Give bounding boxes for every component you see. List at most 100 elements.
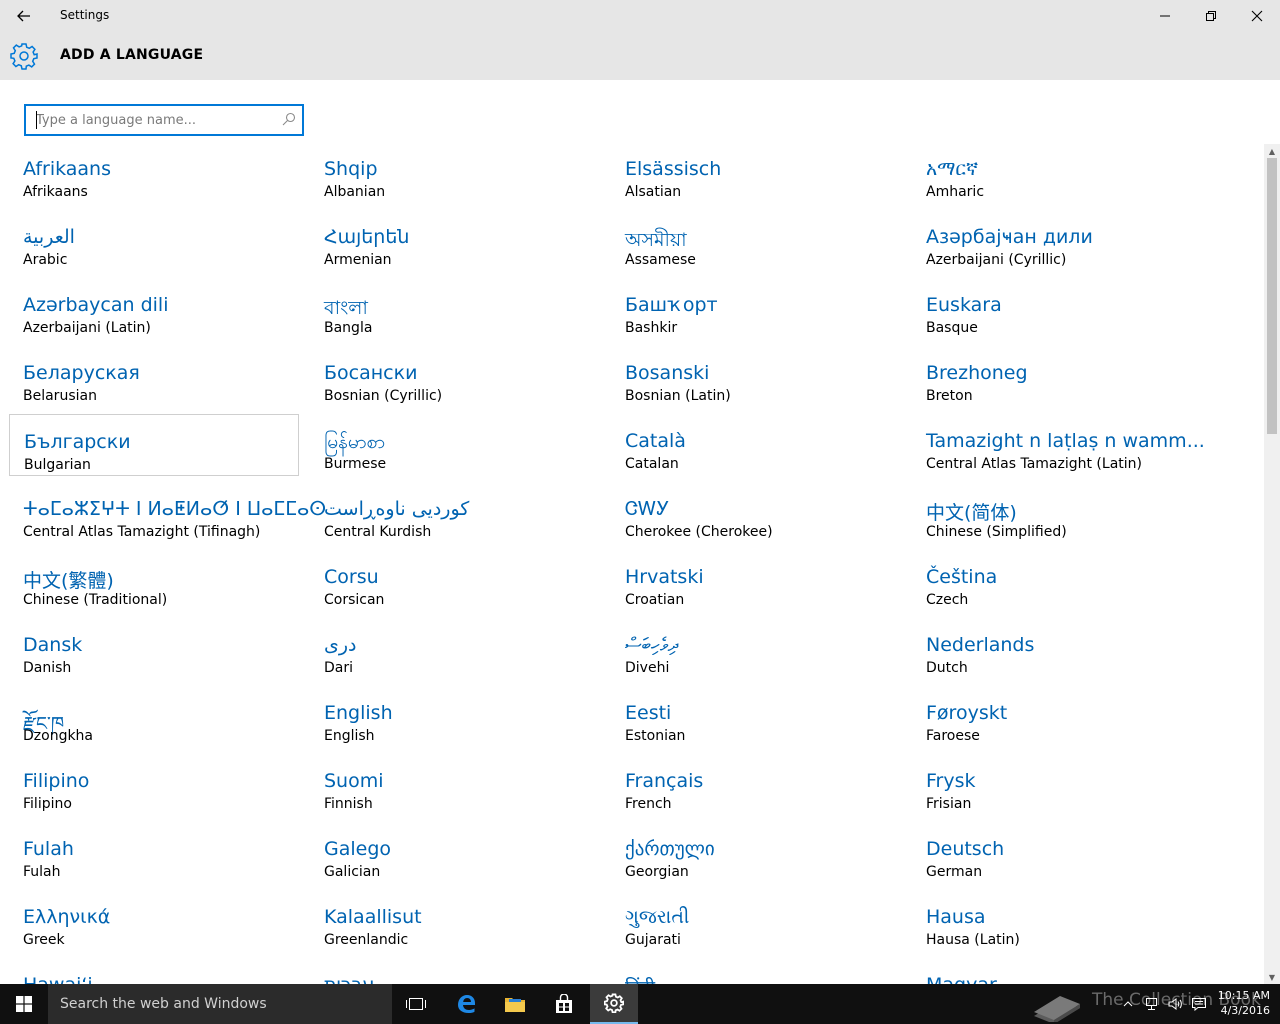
scroll-down-arrow-icon[interactable]: ▼ xyxy=(1264,970,1280,984)
language-english-name: Fulah xyxy=(23,864,61,880)
page-title: ADD A LANGUAGE xyxy=(60,47,204,63)
language-native-name: Hawaiʻi xyxy=(23,974,93,984)
search-icon[interactable] xyxy=(282,112,296,126)
restore-button[interactable] xyxy=(1188,0,1234,32)
language-native-name: Corsu xyxy=(324,566,379,588)
language-item[interactable]: Suomi Finnish xyxy=(310,754,600,816)
language-item[interactable]: Shqip Albanian xyxy=(310,142,600,204)
language-native-name: አማርኛ xyxy=(926,158,979,180)
language-item[interactable]: Català Catalan xyxy=(611,414,901,476)
settings-taskbar-button[interactable] xyxy=(590,984,638,1024)
language-search-input[interactable] xyxy=(36,110,266,130)
language-item[interactable]: Азәрбајҹан дили Azerbaijani (Cyrillic) xyxy=(912,210,1202,272)
language-native-name: Azərbaycan dili xyxy=(23,294,169,316)
language-item[interactable]: Afrikaans Afrikaans xyxy=(9,142,299,204)
language-item[interactable]: Deutsch German xyxy=(912,822,1202,884)
file-explorer-button[interactable] xyxy=(491,984,539,1024)
language-item[interactable]: Dansk Danish xyxy=(9,618,299,680)
back-button[interactable] xyxy=(0,0,48,32)
language-native-name: Босански xyxy=(324,362,418,384)
language-item[interactable]: Elsässisch Alsatian xyxy=(611,142,901,204)
language-native-name: Elsässisch xyxy=(625,158,722,180)
language-native-name: ქართული xyxy=(625,838,715,860)
language-item[interactable]: Հայերեն Armenian xyxy=(310,210,600,272)
language-item[interactable]: Tamazight n laṭlaṣ n wamm... Central Atla… xyxy=(912,414,1205,476)
language-english-name: Central Atlas Tamazight (Latin) xyxy=(926,456,1142,472)
language-item[interactable]: Føroyskt Faroese xyxy=(912,686,1202,748)
language-item[interactable]: རྫོང་ཁ Dzongkha xyxy=(9,686,299,748)
language-english-name: Georgian xyxy=(625,864,689,880)
language-item[interactable]: עברית xyxy=(310,958,600,984)
language-item[interactable]: Azərbaycan dili Azerbaijani (Latin) xyxy=(9,278,299,340)
language-item[interactable]: ગુજરાતી Gujarati xyxy=(611,890,901,952)
book-logo-icon xyxy=(1034,996,1080,1022)
language-native-name: עברית xyxy=(324,974,374,984)
language-item[interactable]: Magyar xyxy=(912,958,1202,984)
language-item[interactable]: ქართული Georgian xyxy=(611,822,901,884)
task-view-button[interactable] xyxy=(392,984,440,1024)
language-item[interactable]: Galego Galician xyxy=(310,822,600,884)
language-item[interactable]: অসমীয়া Assamese xyxy=(611,210,901,272)
language-item[interactable]: Filipino Filipino xyxy=(9,754,299,816)
language-item[interactable]: Français French xyxy=(611,754,901,816)
start-button[interactable] xyxy=(0,984,48,1024)
close-button[interactable] xyxy=(1234,0,1280,32)
language-item[interactable]: Босански Bosnian (Cyrillic) xyxy=(310,346,600,408)
language-item[interactable]: Bosanski Bosnian (Latin) xyxy=(611,346,901,408)
language-item[interactable]: Ελληνικά Greek xyxy=(9,890,299,952)
language-item[interactable]: 中文(繁體) Chinese (Traditional) xyxy=(9,550,299,612)
taskbar-search-box[interactable]: Search the web and Windows xyxy=(48,984,392,1024)
language-english-name: Burmese xyxy=(324,456,387,472)
language-search-box[interactable] xyxy=(24,104,304,136)
language-item[interactable]: 中文(简体) Chinese (Simplified) xyxy=(912,482,1202,544)
action-center-button[interactable] xyxy=(1188,984,1210,1024)
language-item[interactable]: Hausa Hausa (Latin) xyxy=(912,890,1202,952)
language-item[interactable]: Brezhoneg Breton xyxy=(912,346,1202,408)
language-native-name: ᏣᎳᎩ xyxy=(625,498,670,520)
language-native-name: Hausa xyxy=(926,906,986,928)
edge-icon xyxy=(458,995,475,1013)
store-button[interactable] xyxy=(540,984,588,1024)
language-item[interactable]: Nederlands Dutch xyxy=(912,618,1202,680)
language-item[interactable]: Hawaiʻi xyxy=(9,958,299,984)
language-item[interactable]: Hrvatski Croatian xyxy=(611,550,901,612)
language-item[interactable]: বাংলা Bangla xyxy=(310,278,600,340)
language-item[interactable]: English English xyxy=(310,686,600,748)
language-item[interactable]: Eesti Estonian xyxy=(611,686,901,748)
language-native-name: Deutsch xyxy=(926,838,1005,860)
language-item[interactable]: हिंदी xyxy=(611,958,901,984)
language-item[interactable]: አማርኛ Amharic xyxy=(912,142,1202,204)
language-item[interactable]: Corsu Corsican xyxy=(310,550,600,612)
language-item[interactable]: ⵜⴰⵎⴰⵣⵉⵖⵜ ⵏ ⵍⴰⵟⵍⴰⵚ ⵏ ⵡⴰⵎⵎⴰⵙ Central Atlas … xyxy=(9,482,326,544)
language-item[interactable]: Български Bulgarian xyxy=(9,414,299,476)
show-hidden-icons-button[interactable] xyxy=(1118,984,1138,1024)
network-button[interactable] xyxy=(1140,984,1162,1024)
edge-browser-button[interactable] xyxy=(442,984,490,1024)
language-item[interactable]: Fulah Fulah xyxy=(9,822,299,884)
language-item[interactable]: Euskara Basque xyxy=(912,278,1202,340)
language-item[interactable]: Башҡорт Bashkir xyxy=(611,278,901,340)
language-item[interactable]: العربية Arabic xyxy=(9,210,299,272)
language-english-name: Bosnian (Latin) xyxy=(625,388,731,404)
language-item[interactable]: Беларуская Belarusian xyxy=(9,346,299,408)
language-item[interactable]: کوردیی ناوەڕاست Central Kurdish xyxy=(310,482,600,544)
clock[interactable]: 10:15 AM 4/3/2016 xyxy=(1208,988,1270,1018)
volume-button[interactable] xyxy=(1164,984,1186,1024)
language-native-name: 中文(繁體) xyxy=(23,570,114,592)
vertical-scrollbar[interactable]: ▲ ▼ xyxy=(1264,144,1280,984)
language-item[interactable]: မြန်မာစာ Burmese xyxy=(310,414,600,476)
language-item[interactable]: Kalaallisut Greenlandic xyxy=(310,890,600,952)
scroll-up-arrow-icon[interactable]: ▲ xyxy=(1264,144,1280,158)
language-item[interactable]: درى Dari xyxy=(310,618,600,680)
gear-icon xyxy=(10,43,38,70)
language-item[interactable]: ᏣᎳᎩ Cherokee (Cherokee) xyxy=(611,482,901,544)
language-english-name: Dari xyxy=(324,660,354,676)
language-item[interactable]: ދިވެހިބަސް Divehi xyxy=(611,618,901,680)
language-english-name: Corsican xyxy=(324,592,385,608)
language-item[interactable]: Čeština Czech xyxy=(912,550,1202,612)
page-header: ADD A LANGUAGE xyxy=(0,32,1280,80)
language-item[interactable]: Frysk Frisian xyxy=(912,754,1202,816)
minimize-button[interactable] xyxy=(1142,0,1188,32)
scroll-thumb[interactable] xyxy=(1267,158,1277,434)
language-english-name: Czech xyxy=(926,592,969,608)
